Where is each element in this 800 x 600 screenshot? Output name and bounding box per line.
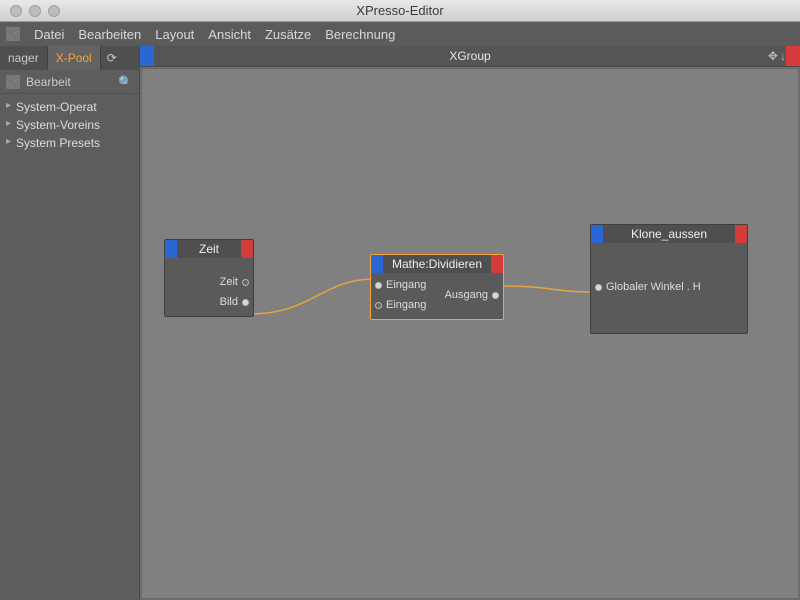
sidebar-tab-manager[interactable]: nager (0, 46, 48, 70)
group-output-handle[interactable] (786, 46, 800, 66)
node-canvas[interactable]: Zeit Zeit Bild Mathe:Dividieren (141, 68, 799, 599)
tree-item-system-presets-de[interactable]: System-Voreins (6, 116, 137, 134)
app-icon (6, 27, 20, 41)
node-mathe[interactable]: Mathe:Dividieren Eingang Eingang Ausgang (370, 254, 504, 320)
menu-view[interactable]: Ansicht (208, 27, 251, 42)
node-output-handle[interactable] (241, 240, 253, 258)
tab-cycle-icon[interactable]: ⟳ (101, 46, 123, 70)
node-input-handle[interactable] (165, 240, 177, 258)
wire-mathe-to-klone (500, 286, 593, 292)
sidebar-tab-xpool[interactable]: X-Pool (48, 46, 101, 70)
node-output-handle[interactable] (735, 225, 747, 243)
port-dot[interactable] (375, 282, 382, 289)
node-output-handle[interactable] (491, 255, 503, 273)
list-icon[interactable] (6, 75, 20, 89)
port-dot[interactable] (375, 302, 382, 309)
menubar: Datei Bearbeiten Layout Ansicht Zusätze … (0, 22, 800, 46)
node-zeit[interactable]: Zeit Zeit Bild (164, 239, 254, 317)
titlebar: XPresso-Editor (0, 0, 800, 22)
port-label: Ausgang (445, 289, 488, 301)
port-dot[interactable] (242, 299, 249, 306)
preset-tree: System-Operat System-Voreins System Pres… (0, 94, 139, 156)
search-icon[interactable]: 🔍 (118, 75, 133, 89)
node-klone-label: Klone_aussen (603, 225, 735, 243)
sidebar-toolbar-label[interactable]: Bearbeit (26, 75, 71, 89)
menu-file[interactable]: Datei (34, 27, 64, 42)
node-zeit-title[interactable]: Zeit (165, 240, 253, 258)
port-label: Bild (220, 296, 238, 308)
port-label: Eingang (386, 279, 426, 291)
node-input-handle[interactable] (371, 255, 383, 273)
sidebar-toolbar: Bearbeit 🔍 (0, 70, 139, 94)
port-klone-in[interactable]: Globaler Winkel . H (595, 281, 701, 293)
node-mathe-label: Mathe:Dividieren (383, 255, 491, 273)
wire-zeit-to-mathe (250, 279, 374, 314)
sidebar-tabs: nager X-Pool ⟳ (0, 46, 139, 70)
tree-item-system-operators[interactable]: System-Operat (6, 98, 137, 116)
port-dot[interactable] (242, 279, 249, 286)
menu-edit[interactable]: Bearbeiten (78, 27, 141, 42)
sidebar: nager X-Pool ⟳ Bearbeit 🔍 System-Operat … (0, 46, 140, 600)
move-icon[interactable]: ✥ (768, 49, 778, 63)
port-mathe-out[interactable]: Ausgang (445, 289, 499, 301)
port-zeit-out-bild[interactable]: Bild (220, 296, 249, 308)
menu-layout[interactable]: Layout (155, 27, 194, 42)
port-dot[interactable] (492, 292, 499, 299)
port-zeit-out-zeit[interactable]: Zeit (220, 276, 249, 288)
node-klone[interactable]: Klone_aussen Globaler Winkel . H (590, 224, 748, 334)
window-title: XPresso-Editor (0, 3, 800, 18)
port-label: Zeit (220, 276, 238, 288)
port-label: Globaler Winkel . H (606, 281, 701, 293)
node-mathe-title[interactable]: Mathe:Dividieren (371, 255, 503, 273)
canvas-area: XGroup ✥ ↓ ▾ Zeit (140, 46, 800, 600)
port-mathe-in-1[interactable]: Eingang (375, 279, 426, 291)
menu-extras[interactable]: Zusätze (265, 27, 311, 42)
port-label: Eingang (386, 299, 426, 311)
tree-item-system-presets[interactable]: System Presets (6, 134, 137, 152)
node-input-handle[interactable] (591, 225, 603, 243)
port-mathe-in-2[interactable]: Eingang (375, 299, 426, 311)
port-dot[interactable] (595, 284, 602, 291)
canvas-header: XGroup ✥ ↓ ▾ (140, 46, 800, 67)
node-zeit-label: Zeit (177, 240, 241, 258)
menu-calc[interactable]: Berechnung (325, 27, 395, 42)
node-klone-title[interactable]: Klone_aussen (591, 225, 747, 243)
group-title: XGroup (140, 49, 800, 63)
